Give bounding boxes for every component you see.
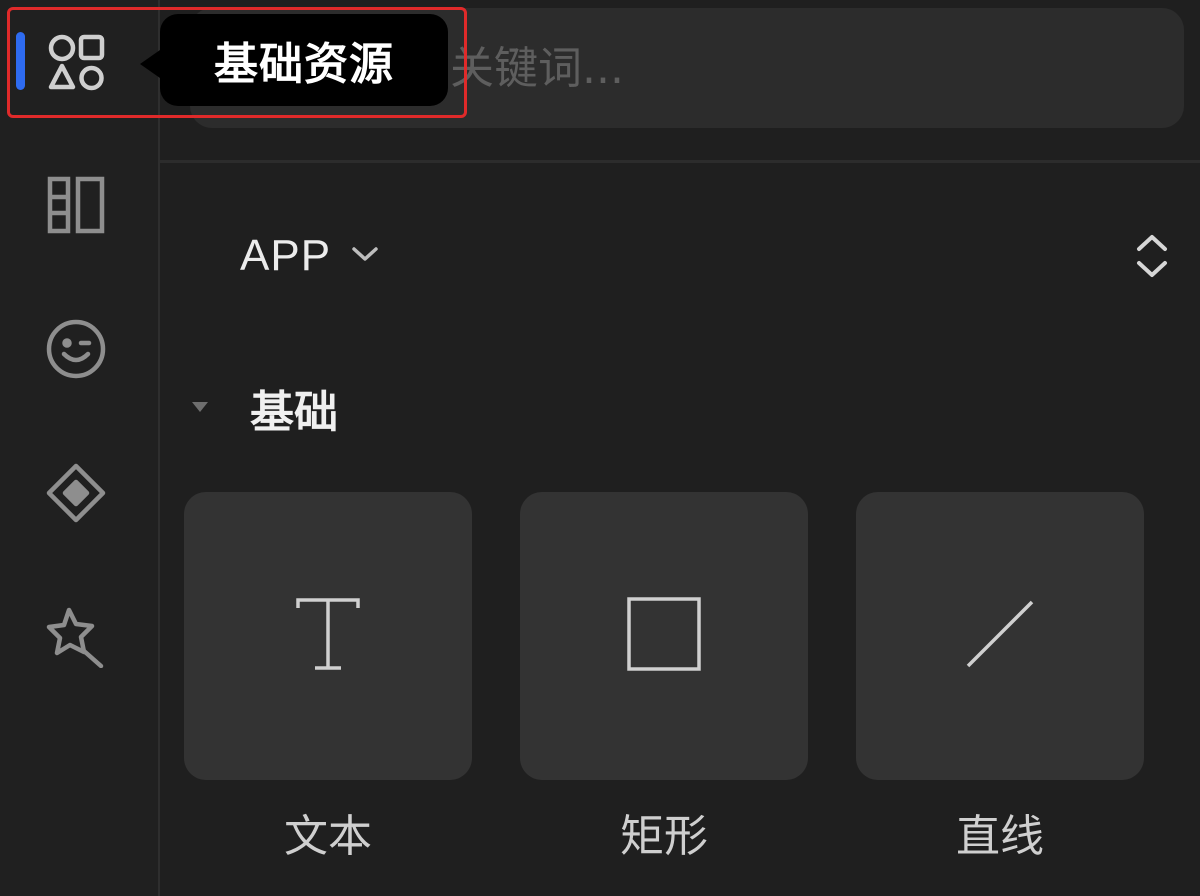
app-dropdown[interactable]: APP: [240, 220, 379, 292]
app-window: 基础资源 APP 基础 文本: [0, 0, 1200, 896]
rail-item-emoji[interactable]: [0, 294, 158, 404]
tile-label-text: 文本: [284, 811, 372, 862]
active-indicator: [16, 32, 25, 90]
divider: [160, 160, 1200, 163]
magic-star-icon: [45, 606, 107, 668]
app-dropdown-label: APP: [240, 231, 332, 280]
rail-item-basic-resources[interactable]: [0, 8, 158, 118]
text-icon: [293, 594, 363, 678]
chevron-down-icon: [351, 244, 379, 268]
tile-label-rectangle: 矩形: [620, 811, 708, 862]
section-title: 基础: [250, 387, 338, 438]
sidebar-rail: [0, 0, 160, 896]
emoji-icon: [45, 318, 107, 380]
rail-item-layout[interactable]: [0, 150, 158, 260]
caret-down-icon: [190, 399, 210, 418]
component-diamond-icon: [45, 462, 107, 524]
rail-item-magic[interactable]: [0, 582, 158, 692]
sort-updown-icon[interactable]: [1130, 230, 1174, 282]
search-input[interactable]: [448, 41, 1184, 95]
rail-item-components[interactable]: [0, 438, 158, 548]
line-icon: [962, 596, 1038, 676]
rectangle-icon: [626, 596, 702, 676]
tooltip: 基础资源: [140, 14, 448, 106]
tile-line[interactable]: [856, 492, 1144, 780]
basic-resources-icon: [45, 32, 107, 94]
tile-label-line: 直线: [956, 811, 1044, 862]
tile-rectangle[interactable]: [520, 492, 808, 780]
section-header-basic[interactable]: 基础: [190, 372, 338, 444]
tile-text[interactable]: [184, 492, 472, 780]
layout-columns-icon: [45, 174, 107, 236]
tooltip-text: 基础资源: [214, 39, 394, 90]
